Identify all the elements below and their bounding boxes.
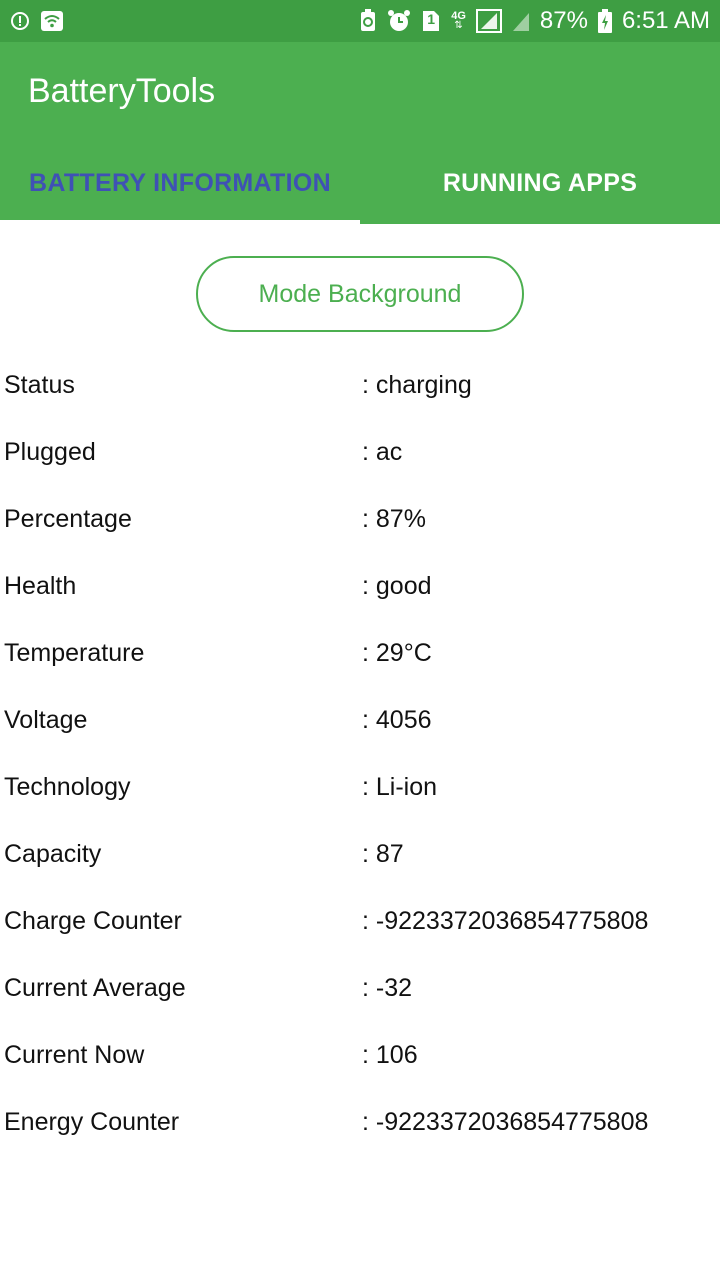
signal-icon bbox=[475, 9, 502, 33]
info-value: : -32 bbox=[362, 974, 413, 1002]
info-value: : good bbox=[362, 572, 432, 600]
info-row-current-average: Current Average : -32 bbox=[0, 955, 720, 1022]
status-bar: 1 4G ⇅ 87% 6:51 AM bbox=[0, 0, 720, 42]
info-label: Health bbox=[4, 572, 77, 600]
info-row-voltage: Voltage : 4056 bbox=[0, 687, 720, 754]
info-label: Charge Counter bbox=[4, 907, 182, 935]
tab-battery-information[interactable]: BATTERY INFORMATION bbox=[0, 142, 360, 224]
battery-info-list: Status : charging Plugged : ac Percentag… bbox=[0, 352, 720, 1156]
info-label: Current Now bbox=[4, 1041, 145, 1069]
recycle-icon bbox=[359, 9, 377, 33]
info-row-health: Health : good bbox=[0, 553, 720, 620]
info-row-technology: Technology : Li-ion bbox=[0, 754, 720, 821]
status-bar-right: 1 4G ⇅ 87% 6:51 AM bbox=[359, 7, 710, 35]
battery-percent-text: 87% bbox=[539, 7, 588, 34]
info-value: : -9223372036854775808 bbox=[362, 1108, 649, 1136]
tab-running-apps[interactable]: RUNNING APPS bbox=[360, 142, 720, 224]
info-value: : -9223372036854775808 bbox=[362, 907, 649, 935]
alert-icon bbox=[10, 11, 30, 31]
info-value: : 29°C bbox=[362, 639, 432, 667]
tab-label: RUNNING APPS bbox=[442, 168, 638, 197]
battery-charging-icon bbox=[597, 9, 612, 33]
app-bar: BatteryTools BATTERY INFORMATION RUNNING… bbox=[0, 42, 720, 224]
info-value: : 106 bbox=[362, 1041, 418, 1069]
info-label: Plugged bbox=[4, 438, 96, 466]
info-row-current-now: Current Now : 106 bbox=[0, 1022, 720, 1089]
info-value: : 87 bbox=[362, 840, 404, 868]
info-row-charge-counter: Charge Counter : -9223372036854775808 bbox=[0, 888, 720, 955]
clock-text: 6:51 AM bbox=[621, 7, 710, 34]
info-label: Energy Counter bbox=[4, 1108, 180, 1136]
tab-indicator bbox=[0, 220, 360, 224]
info-value: : ac bbox=[362, 438, 403, 466]
info-label: Current Average bbox=[4, 974, 186, 1002]
info-value: : 4056 bbox=[362, 706, 432, 734]
info-label: Capacity bbox=[4, 840, 102, 868]
info-label: Technology bbox=[4, 773, 131, 801]
network-4g-icon: 4G ⇅ bbox=[451, 11, 466, 31]
status-bar-left bbox=[10, 10, 64, 32]
tab-label: BATTERY INFORMATION bbox=[29, 168, 331, 197]
info-label: Temperature bbox=[4, 639, 145, 667]
tab-bar: BATTERY INFORMATION RUNNING APPS bbox=[0, 142, 720, 224]
info-label: Voltage bbox=[4, 706, 88, 734]
data-arrows-icon: ⇅ bbox=[454, 20, 463, 31]
info-label: Percentage bbox=[4, 505, 132, 533]
info-row-capacity: Capacity : 87 bbox=[0, 821, 720, 888]
info-row-temperature: Temperature : 29°C bbox=[0, 620, 720, 687]
info-row-energy-counter: Energy Counter : -9223372036854775808 bbox=[0, 1089, 720, 1156]
alarm-icon bbox=[387, 9, 411, 33]
sim-slot-label: 1 bbox=[427, 11, 435, 27]
sim-icon: 1 bbox=[421, 9, 441, 33]
info-row-status: Status : charging bbox=[0, 352, 720, 419]
info-value: : Li-ion bbox=[362, 773, 438, 801]
info-value: : 87% bbox=[362, 505, 426, 533]
app-title: BatteryTools bbox=[28, 72, 216, 110]
info-row-plugged: Plugged : ac bbox=[0, 419, 720, 486]
wifi-icon bbox=[40, 10, 64, 32]
info-value: : charging bbox=[362, 371, 472, 399]
mode-background-button[interactable]: Mode Background bbox=[196, 256, 524, 332]
info-row-percentage: Percentage : 87% bbox=[0, 486, 720, 553]
signal-secondary-icon bbox=[512, 10, 530, 32]
info-label: Status bbox=[4, 371, 75, 399]
